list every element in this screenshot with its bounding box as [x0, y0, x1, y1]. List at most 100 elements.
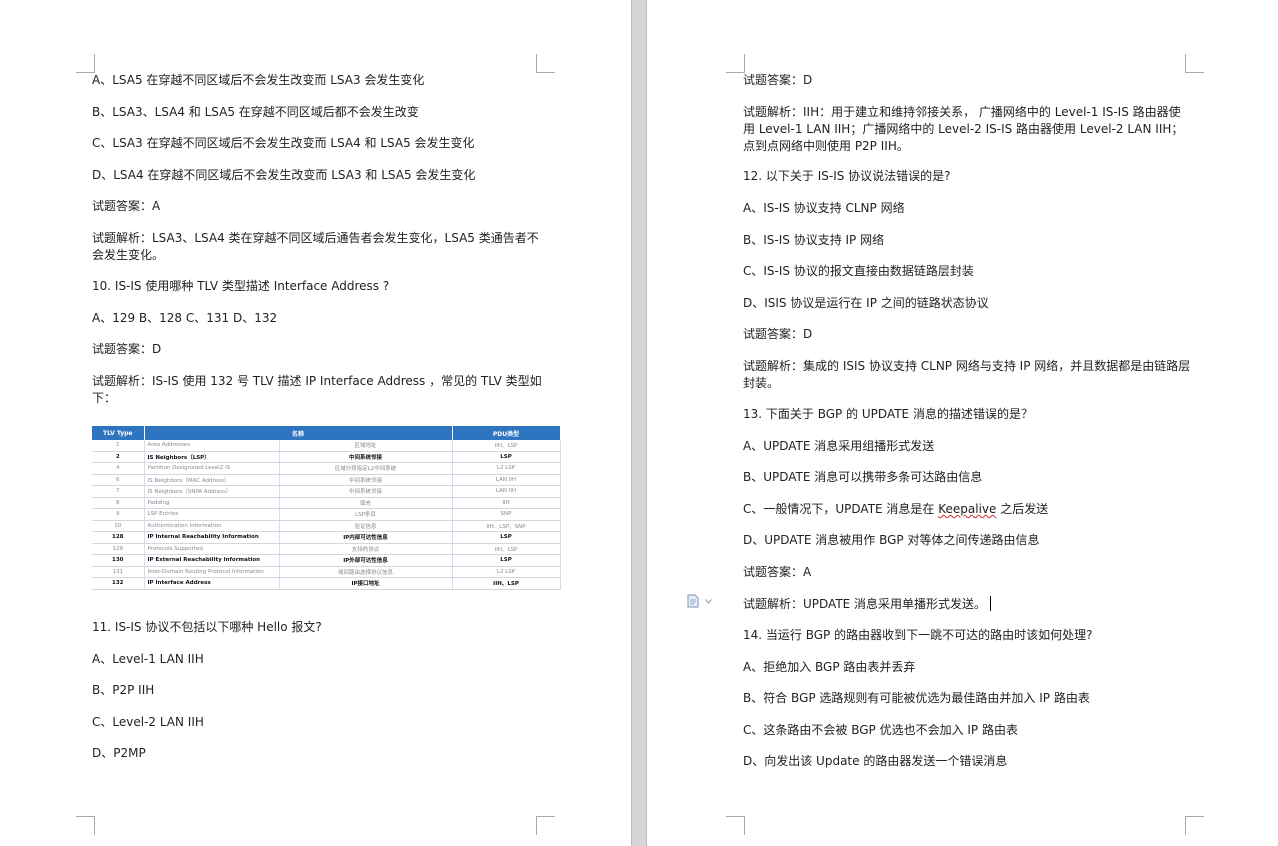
pdu-type-cell: LAN IIH [452, 474, 561, 486]
tlv-type-cell: 8 [92, 497, 145, 509]
pdu-type-cell: LSP [452, 554, 561, 567]
pdu-type-cell: L2 LSP [452, 462, 561, 475]
tlv-name-zh-cell: IP内部可达性信息 [279, 531, 453, 544]
option-c-line: C、IS-IS 协议的报文直接由数据链路层封装 [743, 264, 974, 278]
table-row: 9 LSP Entries LSP条目 SNP [92, 508, 561, 521]
crop-mark-top-left [726, 54, 745, 73]
option-c-text-after: 之后发送 [996, 502, 1049, 516]
option-c-line: C、一般情况下，UPDATE 消息是在 Keepalive 之后发送 [743, 501, 1048, 517]
crop-mark-bottom-left [726, 816, 745, 835]
answer-line: 试题答案：D [92, 342, 162, 356]
chevron-down-icon[interactable] [705, 599, 712, 604]
tlv-name-en-cell: Padding [144, 497, 280, 509]
question-10-title: 10. IS-IS 使用哪种 TLV 类型描述 Interface Addres… [92, 279, 390, 293]
option-c-line: C、这条路由不会被 BGP 优选也不会加入 IP 路由表 [743, 723, 1018, 737]
option-d-line: D、向发出该 Update 的路由器发送一个错误消息 [743, 754, 1008, 768]
tlv-type-cell: 129 [92, 543, 145, 555]
pdu-type-cell: LSP [452, 531, 561, 544]
option-c-line: C、LSA3 在穿越不同区域后不会发生改变而 LSA4 和 LSA5 会发生变化 [92, 136, 475, 150]
option-a-line: A、Level-1 LAN IIH [92, 652, 204, 666]
tlv-name-zh-cell: 区域地址 [279, 440, 453, 452]
tlv-name-en-cell: LSP Entries [144, 508, 280, 521]
tlv-type-cell: 130 [92, 554, 145, 567]
pdu-type-cell: L2 LSP [452, 566, 561, 578]
answer-line: 试题答案：D [743, 327, 813, 341]
tlv-name-zh-cell: 中间系统邻接 [279, 485, 453, 498]
tlv-type-table: TLV Type 名称 PDU类型 1 Area Addresses 区域地址 IIH… [92, 426, 561, 590]
table-row: 8 Padding 填充 IIH [92, 497, 561, 509]
table-row: 132 IP Interface Address IP接口地址 IIH、LSP [92, 577, 561, 590]
tlv-name-en-cell: Protocols Supported [144, 543, 280, 555]
tlv-name-zh-cell: LSP条目 [279, 508, 453, 521]
option-d-line: D、ISIS 协议是运行在 IP 之间的链路状态协议 [743, 296, 989, 310]
tlv-name-zh-cell: IP接口地址 [279, 577, 453, 590]
tlv-name-en-cell: Authentication Information [144, 520, 280, 532]
explanation-paragraph: 试题解析：LSA3、LSA4 类在穿越不同区域后通告者会发生变化，LSA5 类通… [92, 231, 539, 262]
explanation-paragraph: 试题解析：IS-IS 使用 132 号 TLV 描述 IP Interface … [92, 374, 542, 405]
tlv-type-cell: 7 [92, 485, 145, 498]
crop-mark-top-right [1185, 54, 1204, 73]
tlv-name-zh-cell: 支持的协议 [279, 543, 453, 555]
table-row: 129 Protocols Supported 支持的协议 IIH、LSP [92, 543, 561, 555]
option-a-line: A、IS-IS 协议支持 CLNP 网络 [743, 201, 905, 215]
answer-line: 试题答案：A [743, 565, 812, 579]
option-c-line: C、Level-2 LAN IIH [92, 715, 204, 729]
option-d-line: D、UPDATE 消息被用作 BGP 对等体之间传递路由信息 [743, 533, 1040, 547]
table-row: 128 IP Internal Reachability Information I… [92, 531, 561, 544]
tlv-name-en-cell: Area Addresses [144, 440, 280, 452]
tlv-type-cell: 10 [92, 520, 145, 532]
tlv-type-cell: 6 [92, 474, 145, 486]
question-14-title: 14. 当运行 BGP 的路由器收到下一跳不可达的路由时该如何处理? [743, 628, 1093, 642]
header-name: 名称 [144, 426, 453, 440]
table-row: 7 IS Neighbors（SNPA Address） 中间系统邻接 LAN IIH [92, 485, 561, 498]
header-pdu-type: PDU类型 [452, 426, 561, 440]
tlv-name-en-cell: Inter-Domain Routing Protocol Informatio… [144, 566, 280, 578]
tlv-type-cell: 1 [92, 440, 145, 452]
tlv-name-en-cell: IS Neighbors（SNPA Address） [144, 485, 280, 498]
spellcheck-underlined-word[interactable]: Keepalive [938, 502, 996, 516]
pdu-type-cell: IIH、LSP [452, 543, 561, 555]
option-d-line: D、P2MP [92, 746, 146, 760]
document-page-left: A、LSA5 在穿越不同区域后不会发生改变而 LSA3 会发生变化 B、LSA3… [0, 0, 631, 846]
crop-mark-top-right [536, 54, 555, 73]
option-b-line: B、符合 BGP 选路规则有可能被优选为最佳路由并加入 IP 路由表 [743, 691, 1090, 705]
tlv-type-cell: 2 [92, 451, 145, 463]
table-row: 10 Authentication Information 验证信息 IIH、LSP、… [92, 520, 561, 532]
tlv-name-en-cell: IP Interface Address [144, 577, 280, 590]
option-b-line: B、UPDATE 消息可以携带多条可达路由信息 [743, 470, 983, 484]
pdu-type-cell: IIH、LSP、SNP [452, 520, 561, 532]
explanation-paragraph: 试题解析：集成的 ISIS 协议支持 CLNP 网络与支持 IP 网络，并且数据… [743, 359, 1191, 390]
tlv-type-cell: 4 [92, 462, 145, 475]
table-row: 131 Inter-Domain Routing Protocol Informa… [92, 566, 561, 578]
crop-mark-bottom-left [76, 816, 95, 835]
pdu-type-cell: IIH、LSP [452, 577, 561, 590]
tlv-name-zh-cell: 域间路由选择协议信息 [279, 566, 453, 578]
table-row: 6 IS Neighbors（MAC Address） 中间系统邻接 LAN IIH [92, 474, 561, 486]
gutter-edge-left [631, 0, 632, 846]
tlv-name-zh-cell: IP外部可达性信息 [279, 554, 453, 567]
question-12-title: 12. 以下关于 IS-IS 协议说法错误的是? [743, 169, 951, 183]
table-row: 2 IS Neighbors（LSP） 中间系统邻接 LSP [92, 451, 561, 463]
tlv-name-en-cell: IP External Reachability Information [144, 554, 280, 567]
header-tlv-type: TLV Type [92, 426, 145, 440]
pdu-type-cell: IIH、LSP [452, 440, 561, 452]
option-b-line: B、IS-IS 协议支持 IP 网络 [743, 233, 885, 247]
option-a-line: A、LSA5 在穿越不同区域后不会发生改变而 LSA3 会发生变化 [92, 73, 425, 87]
tlv-name-en-cell: IS Neighbors（LSP） [144, 451, 280, 463]
document-comment-icon[interactable] [687, 594, 699, 608]
table-header-row: TLV Type 名称 PDU类型 [92, 426, 561, 440]
tlv-name-en-cell: Partition Designated Level2 IS [144, 462, 280, 475]
pdu-type-cell: SNP [452, 508, 561, 521]
explanation-paragraph: 试题解析：IIH：用于建立和维持邻接关系， 广播网络中的 Level-1 IS-… [743, 105, 1184, 153]
tlv-name-zh-cell: 填充 [279, 497, 453, 509]
tlv-type-cell: 131 [92, 566, 145, 578]
crop-mark-top-left [76, 54, 95, 73]
pdu-type-cell: LSP [452, 451, 561, 463]
question-11-title: 11. IS-IS 协议不包括以下哪种 Hello 报文? [92, 620, 322, 634]
pdu-type-cell: IIH [452, 497, 561, 509]
tlv-name-en-cell: IP Internal Reachability Information [144, 531, 280, 544]
tlv-type-cell: 9 [92, 508, 145, 521]
option-d-line: D、LSA4 在穿越不同区域后不会发生改变而 LSA3 和 LSA5 会发生变化 [92, 168, 476, 182]
tlv-type-cell: 128 [92, 531, 145, 544]
tlv-name-zh-cell: 区域分段指定L2中间系统 [279, 462, 453, 475]
